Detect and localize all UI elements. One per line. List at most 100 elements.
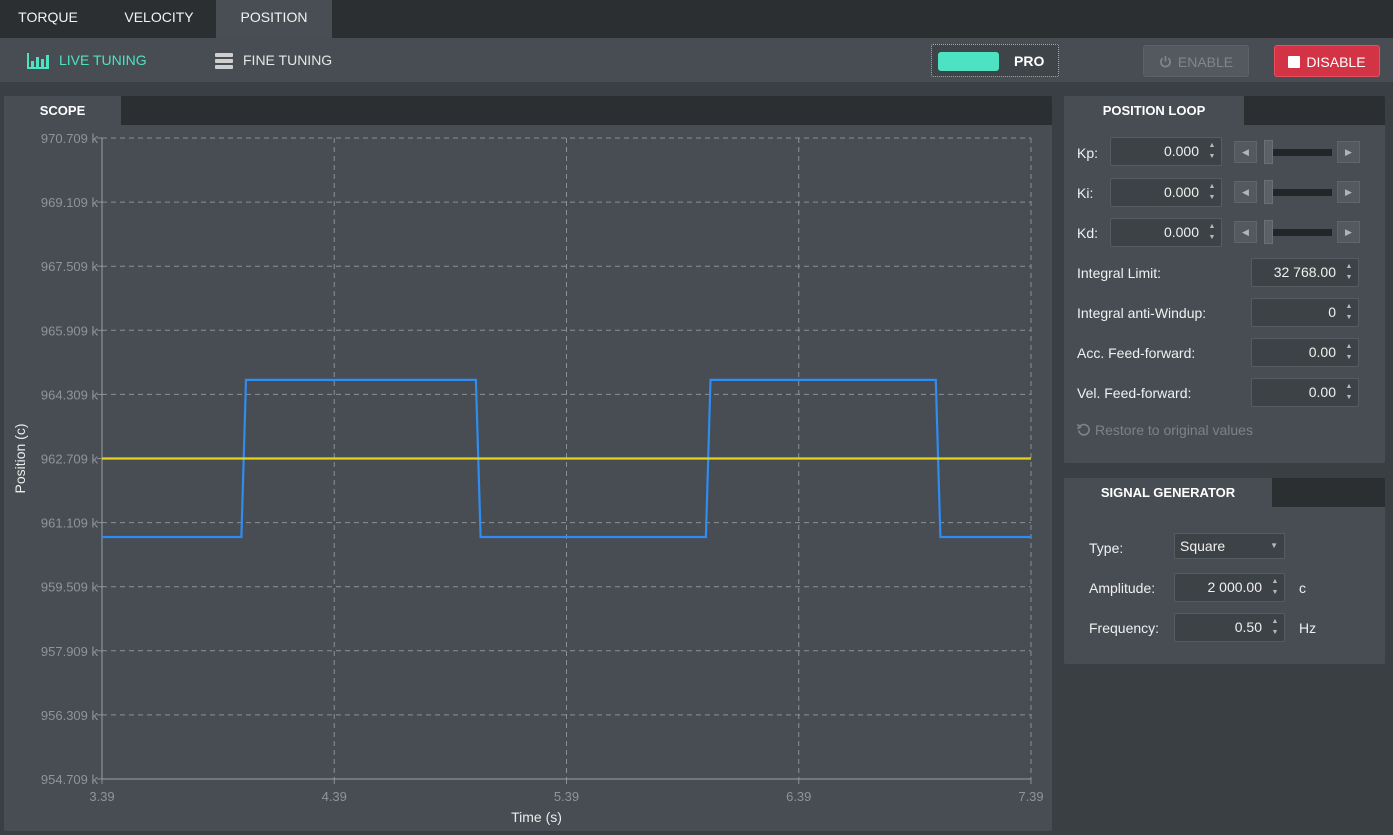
frequency-unit: Hz [1299,620,1317,636]
kp-slider-right-icon[interactable]: ▶ [1337,141,1360,163]
restore-icon [1076,423,1090,436]
integral-limit-label: Integral Limit: [1077,265,1162,281]
kp-slider-thumb[interactable] [1264,140,1273,164]
kd-slider-track[interactable] [1264,229,1332,236]
x-tick-label: 7.39 [1018,789,1043,804]
anti-windup-increment-icon[interactable]: ▲ [1344,303,1354,311]
pro-toggle[interactable]: PRO [931,44,1059,77]
amplitude-input[interactable]: 2 000.00 ▲ ▼ [1174,573,1285,602]
amplitude-increment-icon[interactable]: ▲ [1270,578,1280,586]
frequency-decrement-icon[interactable]: ▼ [1270,629,1280,637]
integral-limit-decrement-icon[interactable]: ▼ [1344,274,1354,282]
amplitude-decrement-icon[interactable]: ▼ [1270,589,1280,597]
vel-feedforward-input[interactable]: 0.00 ▲ ▼ [1251,378,1359,407]
chevron-down-icon: ▼ [1270,541,1278,550]
signal-generator-header: SIGNAL GENERATOR [1064,478,1385,507]
y-tick-label: 956.309 k [41,708,99,723]
live-tuning-label: LIVE TUNING [59,52,147,68]
acc-feedforward-increment-icon[interactable]: ▲ [1344,343,1354,351]
integral-limit-value: 32 768.00 [1273,264,1336,280]
integral-limit-increment-icon[interactable]: ▲ [1344,263,1354,271]
y-tick-label: 967.509 k [41,259,99,274]
signal-generator-panel: SIGNAL GENERATOR Type: Square ▼ Amplitud… [1064,478,1385,664]
kd-slider-thumb[interactable] [1264,220,1273,244]
x-tick-label: 5.39 [554,789,579,804]
disable-button[interactable]: DISABLE [1274,45,1380,77]
y-tick-label: 961.109 k [41,516,99,531]
y-tick-label: 962.709 k [41,452,99,467]
ki-slider[interactable]: ◀ ▶ [1234,180,1360,204]
top-tab-bar: TORQUE VELOCITY POSITION [0,0,1393,38]
kp-input[interactable]: 0.000 ▲ ▼ [1110,137,1222,166]
ki-decrement-icon[interactable]: ▼ [1207,194,1217,202]
bar-chart-icon [27,52,49,69]
ki-label: Ki: [1077,185,1094,201]
tab-velocity[interactable]: VELOCITY [107,0,211,38]
type-select[interactable]: Square ▼ [1174,533,1285,559]
kd-value: 0.000 [1163,224,1199,240]
amplitude-value: 2 000.00 [1207,579,1263,595]
enable-label: ENABLE [1177,54,1234,70]
live-tuning-tab[interactable]: LIVE TUNING [27,38,147,83]
anti-windup-decrement-icon[interactable]: ▼ [1344,314,1354,322]
integral-limit-input[interactable]: 32 768.00 ▲ ▼ [1251,258,1359,287]
ki-slider-thumb[interactable] [1264,180,1273,204]
amplitude-unit: c [1299,580,1306,596]
type-value: Square [1180,538,1226,554]
frequency-value: 0.50 [1234,619,1262,635]
kp-label: Kp: [1077,145,1099,161]
x-tick-label: 6.39 [786,789,811,804]
kd-label: Kd: [1077,225,1099,241]
disable-label: DISABLE [1306,54,1366,70]
acc-feedforward-decrement-icon[interactable]: ▼ [1344,354,1354,362]
kd-decrement-icon[interactable]: ▼ [1207,234,1217,242]
type-label: Type: [1089,540,1124,556]
position-loop-tab[interactable]: POSITION LOOP [1064,96,1244,125]
ki-slider-right-icon[interactable]: ▶ [1337,181,1360,203]
kd-input[interactable]: 0.000 ▲ ▼ [1110,218,1222,247]
restore-button[interactable]: Restore to original values [1076,422,1253,438]
anti-windup-value: 0 [1328,304,1336,320]
kd-slider[interactable]: ◀ ▶ [1234,220,1360,244]
acc-feedforward-value: 0.00 [1308,344,1336,360]
anti-windup-input[interactable]: 0 ▲ ▼ [1251,298,1359,327]
tab-torque[interactable]: TORQUE [0,0,96,38]
fine-tuning-label: FINE TUNING [243,52,333,68]
pro-switch[interactable] [938,52,999,71]
kp-slider[interactable]: ◀ ▶ [1234,140,1360,164]
kp-value: 0.000 [1163,143,1199,159]
kp-slider-track[interactable] [1264,149,1332,156]
tab-position[interactable]: POSITION [216,0,332,38]
kd-slider-right-icon[interactable]: ▶ [1337,221,1360,243]
vel-feedforward-label: Vel. Feed-forward: [1077,385,1192,401]
kp-slider-left-icon[interactable]: ◀ [1234,141,1257,163]
y-tick-label: 959.509 k [41,580,99,595]
fine-tuning-tab[interactable]: FINE TUNING [215,38,332,83]
y-tick-label: 957.909 k [41,644,99,659]
scope-chart[interactable]: 970.709 k 969.109 k 967.509 k 965.909 k 964.… [4,125,1052,831]
kp-decrement-icon[interactable]: ▼ [1207,153,1217,161]
frequency-increment-icon[interactable]: ▲ [1270,618,1280,626]
ki-slider-left-icon[interactable]: ◀ [1234,181,1257,203]
x-axis-title: Time (s) [511,809,562,825]
kd-increment-icon[interactable]: ▲ [1207,223,1217,231]
restore-label: Restore to original values [1095,422,1253,438]
acc-feedforward-input[interactable]: 0.00 ▲ ▼ [1251,338,1359,367]
ki-increment-icon[interactable]: ▲ [1207,183,1217,191]
power-icon [1159,46,1172,78]
signal-generator-tab[interactable]: SIGNAL GENERATOR [1064,478,1272,507]
scope-tab[interactable]: SCOPE [4,96,121,125]
kp-increment-icon[interactable]: ▲ [1207,142,1217,150]
vel-feedforward-decrement-icon[interactable]: ▼ [1344,394,1354,402]
ki-slider-track[interactable] [1264,189,1332,196]
x-tick-label: 3.39 [89,789,114,804]
y-tick-label: 969.109 k [41,195,99,210]
vel-feedforward-increment-icon[interactable]: ▲ [1344,383,1354,391]
stop-icon [1288,46,1301,78]
frequency-input[interactable]: 0.50 ▲ ▼ [1174,613,1285,642]
y-axis-title: Position (c) [12,423,28,493]
ki-input[interactable]: 0.000 ▲ ▼ [1110,178,1222,207]
enable-button[interactable]: ENABLE [1143,45,1249,77]
kd-slider-left-icon[interactable]: ◀ [1234,221,1257,243]
y-tick-label: 964.309 k [41,387,99,402]
